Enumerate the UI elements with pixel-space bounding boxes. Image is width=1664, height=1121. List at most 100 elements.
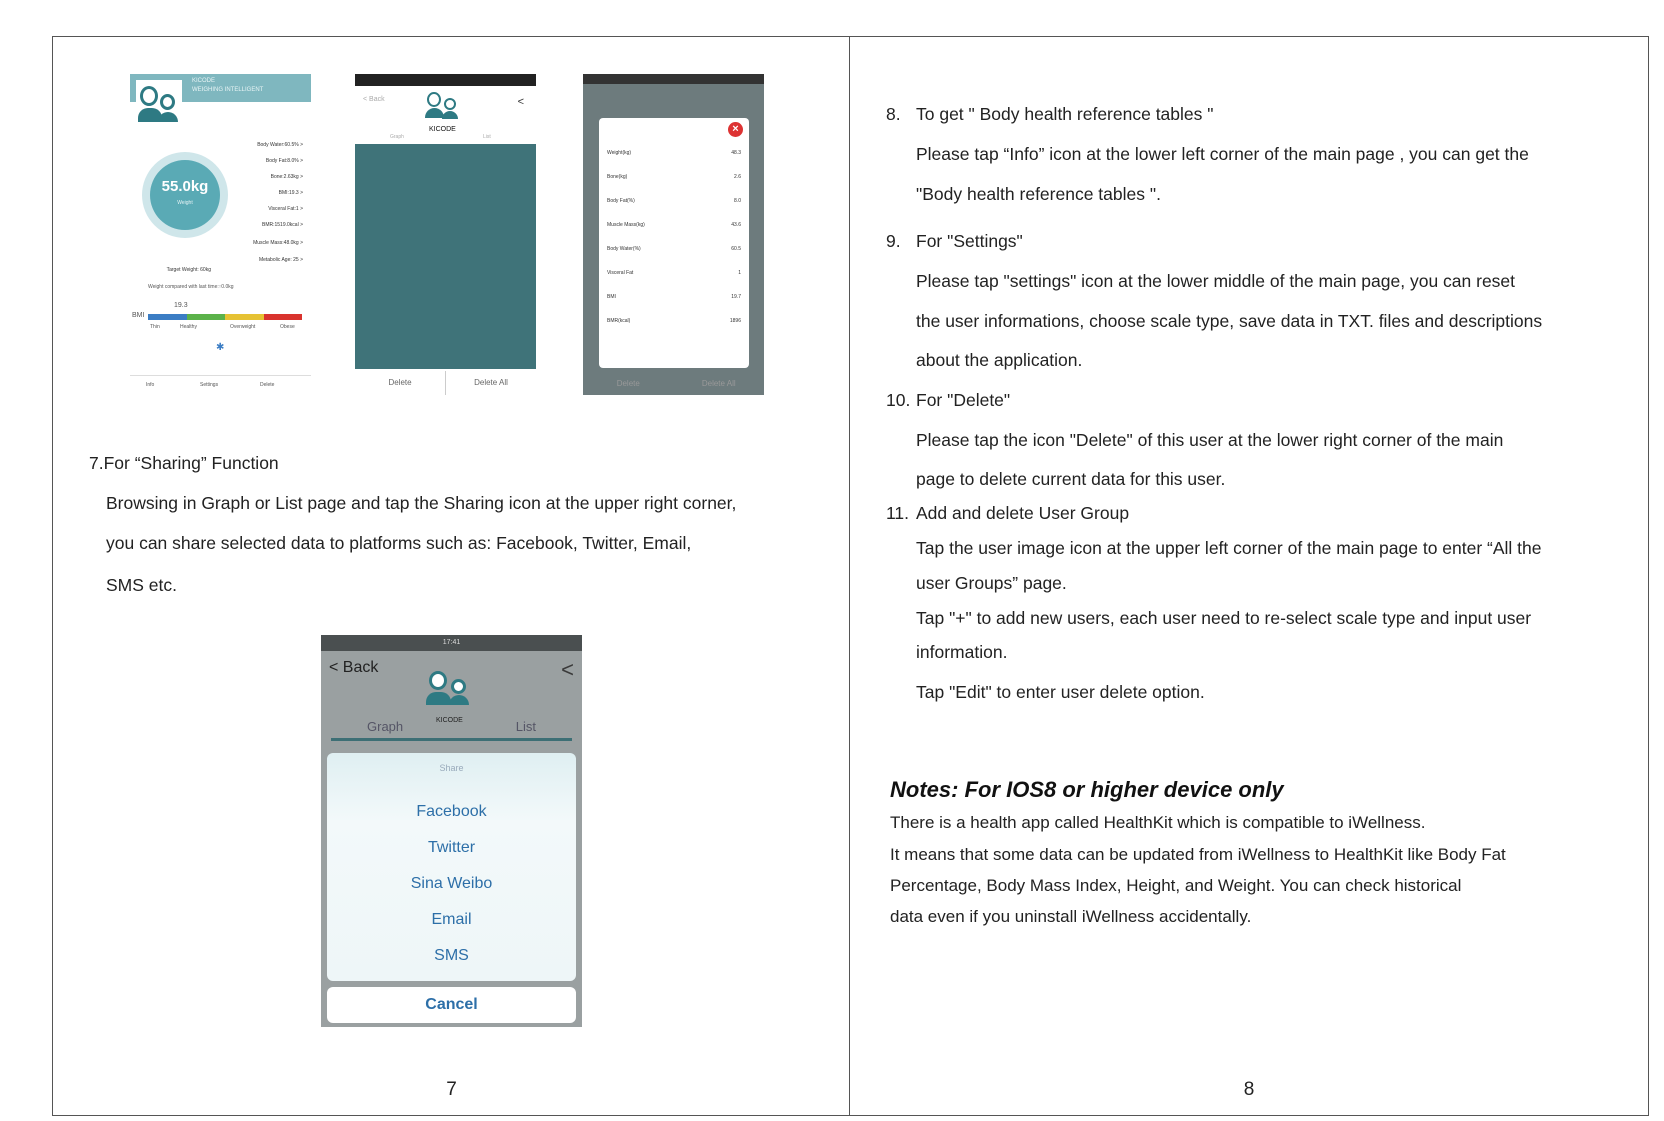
body-text: Tap the user image icon at the upper lef… <box>916 538 1542 558</box>
share-icon[interactable]: < <box>518 96 524 108</box>
metric-item: Muscle Mass:48.0kg > <box>253 240 303 246</box>
notes-text: data even if you uninstall iWellness acc… <box>890 907 1252 926</box>
list-detail-screenshot: × Weight(kg) 48.3 Bone(kg) 2.6 Body Fat(%)… <box>583 74 764 395</box>
bottom-buttons: Delete Delete All <box>583 373 764 395</box>
status-bar <box>355 74 536 86</box>
notes-text: There is a health app called HealthKit w… <box>890 813 1426 832</box>
notes-heading: Notes: For IOS8 or higher device only <box>890 777 1284 802</box>
notes-text: Percentage, Body Mass Index, Height, and… <box>890 876 1462 895</box>
user-name: KICODE <box>429 126 456 133</box>
body-text: "Body health reference tables ". <box>916 184 1161 204</box>
delete-button[interactable]: Delete <box>583 373 674 395</box>
user-avatar-icon <box>425 90 465 124</box>
share-option-email[interactable]: Email <box>327 911 576 929</box>
info-button[interactable]: Info <box>146 382 154 388</box>
close-icon[interactable]: × <box>728 122 743 137</box>
delete-all-button[interactable]: Delete All <box>674 373 765 395</box>
bmi-scale-label: Overweight <box>230 324 256 330</box>
item-title: For "Settings" <box>916 231 1023 251</box>
cancel-button[interactable]: Cancel <box>327 987 576 1023</box>
detail-row: Weight(kg) 48.3 <box>607 150 741 156</box>
body-text: Browsing in Graph or List page and tap t… <box>106 493 737 513</box>
tab-graph[interactable]: Graph <box>390 134 404 140</box>
metric-item: BMI:19.3 > <box>278 190 303 196</box>
detail-row: Visceral Fat 1 <box>607 270 741 276</box>
delete-all-button[interactable]: Delete All <box>445 371 536 395</box>
item-title: To get " Body health reference tables " <box>916 104 1214 124</box>
graph-area <box>355 144 536 369</box>
share-option-twitter[interactable]: Twitter <box>327 839 576 857</box>
body-text: SMS etc. <box>106 575 177 595</box>
item-title: Add and delete User Group <box>916 503 1130 523</box>
share-sheet-screenshot: 17:41 < Back < KICODE Graph List Share F… <box>321 635 582 1027</box>
bluetooth-icon: ✱ <box>216 342 225 353</box>
user-avatar-icon <box>136 80 182 130</box>
back-button[interactable]: < Back <box>363 96 385 103</box>
delete-button[interactable]: Delete <box>355 371 445 395</box>
item-number: 11. <box>886 503 910 523</box>
metric-item: Visceral Fat:1 > <box>268 206 303 212</box>
share-sheet-title: Share <box>439 763 464 773</box>
status-bar: 17:41 <box>321 635 582 651</box>
body-text: information. <box>916 642 1008 662</box>
body-text: user Groups” page. <box>916 573 1067 593</box>
item-number: 9. <box>886 231 901 251</box>
detail-row: BMI 19.7 <box>607 294 741 300</box>
status-bar <box>583 74 764 84</box>
bmi-scale-bar <box>148 314 302 320</box>
body-text: page to delete current data for this use… <box>916 469 1226 489</box>
detail-row: Bone(kg) 2.6 <box>607 174 741 180</box>
detail-row: BMR(kcal) 1896 <box>607 318 741 324</box>
weight-label: Weight <box>177 200 193 206</box>
target-weight: Target Weight: 60kg <box>166 267 211 273</box>
share-option-sina-weibo[interactable]: Sina Weibo <box>327 875 576 893</box>
body-text: you can share selected data to platforms… <box>106 533 692 553</box>
body-text: Tap "+" to add new users, each user need… <box>916 608 1532 628</box>
main-screen-screenshot: KICODE WEIGHING INTELLIGENT 55.0kg Weigh… <box>130 74 311 395</box>
bmi-label: BMI <box>132 312 145 319</box>
item-title: For "Delete" <box>916 390 1011 410</box>
tab-list[interactable]: List <box>516 719 536 734</box>
bmi-scale-label: Obese <box>280 324 295 330</box>
right-page: 8. To get " Body health reference tables… <box>849 36 1649 1116</box>
metric-item: Metabolic Age: 25 > <box>258 257 303 263</box>
bmi-scale-label: Thin <box>150 324 160 330</box>
back-button[interactable]: < Back <box>329 659 378 677</box>
weight-compare: Weight compared with last time:↑0.0kg <box>148 284 234 290</box>
body-text: Tap "Edit" to enter user delete option. <box>916 682 1205 702</box>
body-text: about the application. <box>916 350 1083 370</box>
body-text: Please tap "settings" icon at the lower … <box>916 271 1516 291</box>
metric-item: Body Water:60.5% > <box>257 142 303 148</box>
detail-row: Muscle Mass(kg) 43.6 <box>607 222 741 228</box>
bmi-value: 19.3 <box>174 302 188 309</box>
detail-row: Body Fat(%) 8.0 <box>607 198 741 204</box>
delete-button[interactable]: Delete <box>260 382 274 388</box>
settings-button[interactable]: Settings <box>200 382 218 388</box>
header-brand: KICODE <box>192 78 216 84</box>
weight-gauge: 55.0kg Weight <box>142 152 228 238</box>
tab-underline <box>331 738 572 741</box>
share-option-sms[interactable]: SMS <box>327 947 576 965</box>
body-text: Please tap “Info” icon at the lower left… <box>916 144 1529 164</box>
tab-graph[interactable]: Graph <box>367 719 403 734</box>
metric-item: Bone:2.63kg > <box>270 174 303 180</box>
header-tagline: WEIGHING INTELLIGENT <box>192 87 264 93</box>
weight-value: 55.0kg <box>161 178 209 195</box>
detail-row: Body Water(%) 60.5 <box>607 246 741 252</box>
item-number: 8. <box>886 104 901 124</box>
share-icon[interactable]: < <box>561 657 574 683</box>
bottom-buttons: Delete Delete All <box>355 371 536 395</box>
page-number: 8 <box>1243 1079 1255 1100</box>
app-footer: Info Settings Delete <box>130 375 311 395</box>
metric-item: BMR:1519.0kcal > <box>262 222 303 228</box>
detail-dialog: × Weight(kg) 48.3 Bone(kg) 2.6 Body Fat(%)… <box>599 118 749 368</box>
notes-text: It means that some data can be updated f… <box>890 845 1506 864</box>
item-number: 10. <box>886 390 911 410</box>
bmi-scale-label: Healthy <box>180 324 197 330</box>
view-tabs: Graph List <box>331 717 572 739</box>
tab-list[interactable]: List <box>483 134 491 140</box>
share-option-facebook[interactable]: Facebook <box>327 803 576 821</box>
left-page: KICODE WEIGHING INTELLIGENT 55.0kg Weigh… <box>52 36 850 1116</box>
user-avatar-icon <box>425 667 477 713</box>
page-number: 7 <box>446 1079 457 1100</box>
